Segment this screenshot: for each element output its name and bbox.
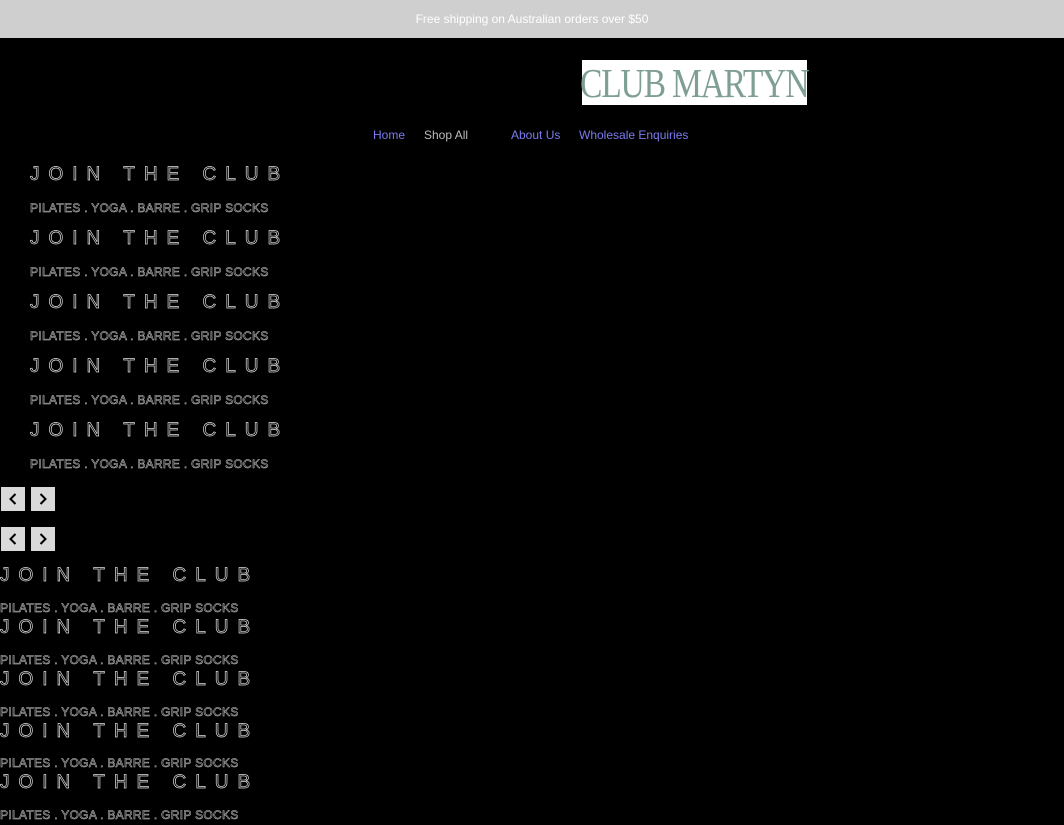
slide-tagline: PILATES . YOGA . BARRE . GRIP SOCKS	[30, 393, 269, 408]
slide-tagline: PILATES . YOGA . BARRE . GRIP SOCKS	[0, 756, 239, 771]
slide-tagline: PILATES . YOGA . BARRE . GRIP SOCKS	[30, 201, 269, 216]
chevron-left-icon	[9, 533, 17, 545]
slide-title: JOIN THE CLUB	[0, 772, 260, 794]
slide-tagline: PILATES . YOGA . BARRE . GRIP SOCKS	[0, 808, 239, 823]
chevron-right-icon	[39, 493, 47, 505]
nav-item-home[interactable]: Home	[373, 126, 405, 144]
slide-title: JOIN THE CLUB	[30, 356, 290, 378]
slide-tagline: PILATES . YOGA . BARRE . GRIP SOCKS	[30, 265, 269, 280]
nav-item-wholesale-enquiries[interactable]: Wholesale Enquiries	[579, 126, 688, 144]
slide-title: JOIN THE CLUB	[30, 420, 290, 442]
carousel-prev-button[interactable]	[1, 487, 25, 511]
nav-item-about-us[interactable]: About Us	[511, 126, 560, 144]
slide-tagline: PILATES . YOGA . BARRE . GRIP SOCKS	[30, 457, 269, 472]
slide-tagline: PILATES . YOGA . BARRE . GRIP SOCKS	[0, 705, 239, 720]
chevron-left-icon	[9, 493, 17, 505]
slide-title: JOIN THE CLUB	[0, 617, 260, 639]
nav-item-shop-all[interactable]: Shop All	[424, 126, 468, 144]
announcement-bar: Free shipping on Australian orders over …	[0, 0, 1064, 38]
slide-title: JOIN THE CLUB	[0, 721, 260, 743]
slide-title: JOIN THE CLUB	[0, 669, 260, 691]
slide-tagline: PILATES . YOGA . BARRE . GRIP SOCKS	[0, 653, 239, 668]
main-nav: Home Shop All About Us Wholesale Enquiri…	[0, 126, 1064, 144]
brand-logo[interactable]: CLUB MARTYN	[580, 59, 809, 106]
chevron-right-icon	[39, 533, 47, 545]
logo-text: CLUB MARTYN	[580, 59, 809, 106]
announcement-text: Free shipping on Australian orders over …	[415, 12, 649, 26]
slide-title: JOIN THE CLUB	[30, 292, 290, 314]
carousel-next-button[interactable]	[31, 487, 55, 511]
slide-tagline: PILATES . YOGA . BARRE . GRIP SOCKS	[0, 601, 239, 616]
slide-title: JOIN THE CLUB	[30, 228, 290, 250]
slide-tagline: PILATES . YOGA . BARRE . GRIP SOCKS	[30, 329, 269, 344]
slide-title: JOIN THE CLUB	[0, 565, 260, 587]
carousel-next-button[interactable]	[31, 527, 55, 551]
slide-title: JOIN THE CLUB	[30, 164, 290, 186]
carousel-prev-button[interactable]	[1, 527, 25, 551]
